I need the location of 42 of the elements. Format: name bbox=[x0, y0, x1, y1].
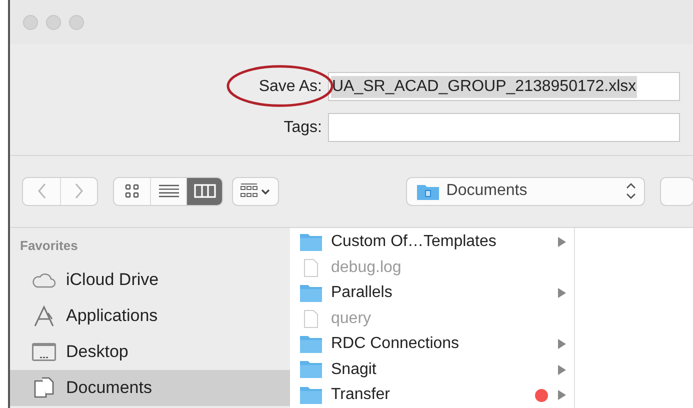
close-button[interactable] bbox=[23, 14, 38, 30]
save-as-label: Save As: bbox=[258, 78, 323, 96]
folder-icon bbox=[300, 386, 322, 404]
back-chevron-icon bbox=[36, 183, 46, 200]
folder-name[interactable]: Parallels bbox=[331, 284, 392, 302]
sidebar-item[interactable]: Documents bbox=[10, 370, 290, 406]
disclosure-arrow-icon bbox=[558, 390, 566, 400]
folder-icon bbox=[300, 361, 322, 378]
minimize-button[interactable] bbox=[46, 14, 61, 30]
location-popup[interactable]: Documents bbox=[407, 178, 644, 205]
cloud-icon bbox=[30, 272, 58, 288]
folder-icon bbox=[300, 284, 322, 302]
grid-icon bbox=[125, 184, 139, 198]
desktop-icon bbox=[30, 342, 58, 362]
folder-name[interactable]: Snagit bbox=[331, 360, 376, 379]
forward-button[interactable] bbox=[60, 178, 97, 205]
folder-name[interactable]: Custom Of…Templates bbox=[331, 233, 496, 252]
grid-caret-icon bbox=[240, 183, 272, 200]
forward-chevron-icon bbox=[74, 183, 84, 200]
zoom-button[interactable] bbox=[69, 14, 84, 30]
section-heading: Favorites bbox=[19, 238, 79, 254]
disclosure-arrow-icon bbox=[558, 237, 566, 248]
filename-field[interactable]: UA_SR_ACAD_GROUP_2138950172.xlsx bbox=[328, 72, 680, 102]
folder-name[interactable]: Transfer bbox=[331, 386, 390, 404]
tags-field[interactable] bbox=[328, 113, 680, 142]
sidebar-item[interactable]: Applications bbox=[10, 298, 290, 334]
disclosure-arrow-icon bbox=[558, 288, 566, 298]
arrange-button[interactable] bbox=[233, 178, 278, 205]
sidebar-item[interactable]: Desktop bbox=[10, 334, 290, 370]
tags-label: Tags: bbox=[282, 118, 323, 137]
folder-icon bbox=[300, 336, 322, 353]
lines-icon bbox=[158, 184, 178, 198]
sidebar-item[interactable]: iCloud Drive bbox=[10, 262, 290, 298]
folder-icon bbox=[300, 234, 322, 251]
columns-icon bbox=[194, 184, 216, 198]
disclosure-arrow-icon bbox=[558, 339, 566, 350]
disclosure-arrow-icon bbox=[558, 364, 566, 375]
folder-name[interactable]: RDC Connections bbox=[331, 335, 460, 354]
up-down-arrows-icon bbox=[626, 182, 636, 200]
column-view-button[interactable] bbox=[186, 178, 222, 205]
folder-icon bbox=[417, 182, 440, 200]
search-field[interactable] bbox=[660, 178, 693, 205]
